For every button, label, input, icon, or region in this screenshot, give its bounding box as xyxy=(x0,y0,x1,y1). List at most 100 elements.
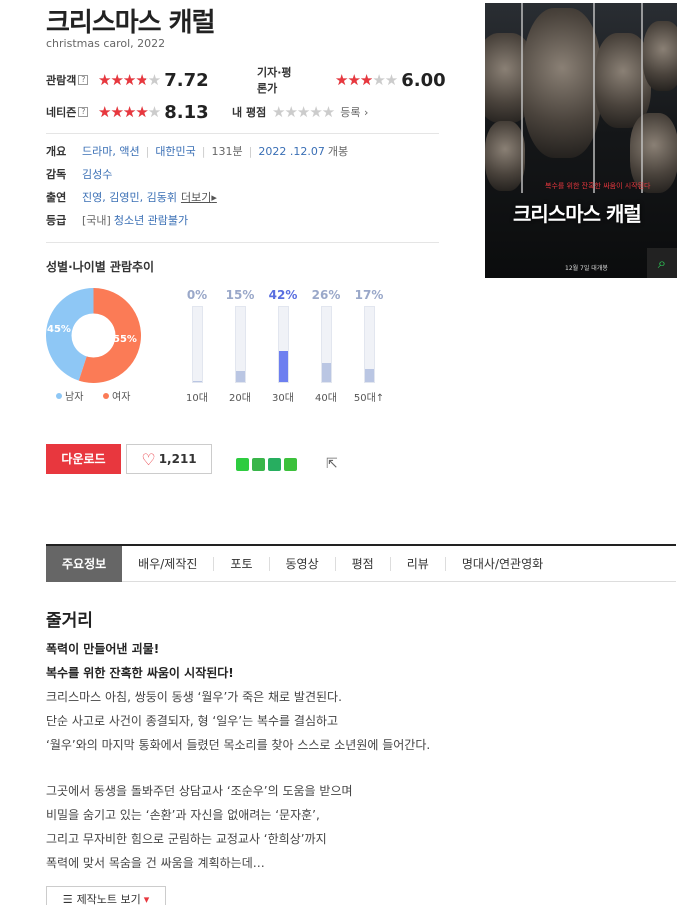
help-icon[interactable]: ? xyxy=(78,75,89,85)
age-bar-column: 42% 30대 xyxy=(263,288,303,404)
blog-share-icon[interactable] xyxy=(284,458,297,471)
tab-3[interactable]: 동영상 xyxy=(270,556,336,571)
age-bar-track xyxy=(320,306,332,383)
age-bar-column: 0% 10대 xyxy=(177,288,217,404)
poster-title: 크리스마스 캐럴 xyxy=(513,202,642,226)
age-bar-value: 42% xyxy=(268,288,298,302)
help-icon[interactable]: ? xyxy=(78,107,89,117)
release-date-link[interactable]: 2022 .12.07 xyxy=(258,145,324,158)
genre-link[interactable]: 드라마, 액션 xyxy=(82,143,140,159)
overview-label: 개요 xyxy=(46,145,67,158)
age-bar-label: 10대 xyxy=(186,393,208,404)
like-count: 1,211 xyxy=(158,452,197,466)
poster-face xyxy=(485,121,525,191)
tab-4[interactable]: 평점 xyxy=(336,556,391,571)
pie-center xyxy=(71,313,116,358)
audience-stars: ★★★★★★★★★★ xyxy=(98,70,161,89)
tab-1[interactable]: 배우/제작진 xyxy=(122,556,215,571)
separator: | xyxy=(248,144,253,158)
plot-headline-2: 복수를 위한 잔혹한 싸움이 시작된다! xyxy=(46,666,234,680)
separator: | xyxy=(201,144,206,158)
audience-score: 7.72 xyxy=(164,69,209,91)
age-bar-track xyxy=(363,306,375,383)
tab-0[interactable]: 주요정보 xyxy=(46,545,123,582)
age-bar-column: 17% 50대↑ xyxy=(349,288,389,404)
tab-5[interactable]: 리뷰 xyxy=(391,556,446,571)
tab-6[interactable]: 명대사/연관영화 xyxy=(446,557,559,571)
age-bar-label: 40대 xyxy=(315,393,337,404)
plot-line: ‘월우’와의 마지막 통화에서 들렸던 목소리를 찾아 스스로 소년원에 들어간… xyxy=(46,738,431,752)
cast-links[interactable]: 진영, 김영민, 김동휘 xyxy=(82,189,177,205)
divider xyxy=(46,133,439,134)
my-rating-stars[interactable]: ★★★★★★★★★★ xyxy=(272,104,335,120)
tab-2[interactable]: 포토 xyxy=(214,556,270,571)
info-overview: 개요 드라마, 액션 | 대한민국 | 131분 | 2022 .12.07 개… xyxy=(46,143,348,159)
age-bar xyxy=(235,370,245,382)
movie-poster[interactable]: 복수를 위한 잔혹한 싸움이 시작된다 크리스마스 캐럴 12월 7일 대개봉 … xyxy=(485,3,677,278)
plot-line: 그곳에서 동생을 돌봐주던 상담교사 ‘조순우’의 도움을 받으며 xyxy=(46,784,353,798)
age-bar xyxy=(364,369,374,382)
production-note-label: 제작노트 보기 xyxy=(76,893,141,905)
share-out-icon[interactable]: ⇱ xyxy=(326,456,338,472)
poster-tagline: 복수를 위한 잔혹한 싸움이 시작된다 xyxy=(545,182,651,190)
search-icon[interactable]: ⌕ xyxy=(647,248,677,278)
poster-divider xyxy=(641,3,643,193)
section-tabs: 주요정보 배우/제작진 포토 동영상 평점 리뷰 명대사/연관영화 xyxy=(46,544,676,582)
plot-line: 폭력에 맞서 목숨을 건 싸움을 계획하는데… xyxy=(46,856,265,870)
bookmark-share-icon[interactable] xyxy=(268,458,281,471)
poster-face xyxy=(523,8,601,158)
age-bar-track xyxy=(234,306,246,383)
cast-label: 출연 xyxy=(46,191,67,204)
age-bar-label: 30대 xyxy=(272,393,294,404)
grade-link[interactable]: 청소년 관람불가 xyxy=(114,212,188,228)
plot-title: 줄거리 xyxy=(46,611,93,631)
plot-line: 그리고 무자비한 힘으로 군림하는 교정교사 ‘한희상’까지 xyxy=(46,832,327,846)
audience-rating-label: 관람객 xyxy=(46,74,77,87)
legend-dot-female xyxy=(103,392,109,399)
band-share-icon[interactable] xyxy=(252,458,265,471)
age-bar-value: 17% xyxy=(354,288,384,302)
separator: | xyxy=(145,144,150,158)
grade-prefix: [국내] xyxy=(82,214,111,227)
release-suffix: 개봉 xyxy=(327,145,349,158)
like-button[interactable]: ♡ 1,211 xyxy=(126,444,212,474)
age-bar-column: 15% 20대 xyxy=(220,288,260,404)
share-icons xyxy=(236,458,300,471)
male-pct-label: 45% xyxy=(47,324,71,335)
note-icon: ☰ xyxy=(62,892,73,905)
legend-male-label: 남자 xyxy=(65,392,84,403)
download-button[interactable]: 다운로드 xyxy=(46,444,121,474)
age-bar-label: 20대 xyxy=(229,393,251,404)
line-share-icon[interactable] xyxy=(236,458,249,471)
grade-label: 등급 xyxy=(46,214,67,227)
country-link[interactable]: 대한민국 xyxy=(155,143,195,159)
legend-female-label: 여자 xyxy=(112,392,131,403)
director-link[interactable]: 김성수 xyxy=(82,166,112,182)
register-rating-link[interactable]: 등록 › xyxy=(340,104,368,120)
age-bar-label: 50대↑ xyxy=(353,393,385,404)
production-note-button[interactable]: ☰ 제작노트 보기 ▾ xyxy=(46,886,166,905)
netizen-score: 8.13 xyxy=(164,101,209,123)
poster-divider xyxy=(593,3,595,193)
age-bar-value: 15% xyxy=(225,288,255,302)
age-bar-track xyxy=(191,306,203,383)
cast-more-link[interactable]: 더보기▸ xyxy=(181,189,217,205)
divider xyxy=(46,242,439,243)
my-rating-label: 내 평점 xyxy=(232,106,267,119)
plot-line: 크리스마스 아침, 쌍둥이 동생 ‘월우’가 죽은 채로 발견된다. xyxy=(46,690,342,704)
netizen-stars: ★★★★★★★★★★ xyxy=(98,102,161,121)
caret-down-icon: ▾ xyxy=(143,892,150,905)
trend-title: 성별·나이별 관람추이 xyxy=(46,260,155,274)
info-grade: 등급 [국내] 청소년 관람불가 xyxy=(46,212,188,228)
female-pct-label: 55% xyxy=(113,334,137,345)
age-bar xyxy=(321,362,331,382)
legend-dot-male xyxy=(56,392,62,399)
age-bar xyxy=(278,350,288,382)
heart-icon: ♡ xyxy=(141,449,156,469)
critic-score: 6.00 xyxy=(401,69,446,91)
movie-title: 크리스마스 캐럴 xyxy=(46,8,215,38)
age-bar-track xyxy=(277,306,289,383)
poster-divider xyxy=(521,3,523,193)
netizen-rating: 네티즌? ★★★★★★★★★★ 8.13 xyxy=(46,101,209,123)
critic-rating: 기자·평론가 ★★★★★★★★★★ 6.00 xyxy=(257,66,446,95)
